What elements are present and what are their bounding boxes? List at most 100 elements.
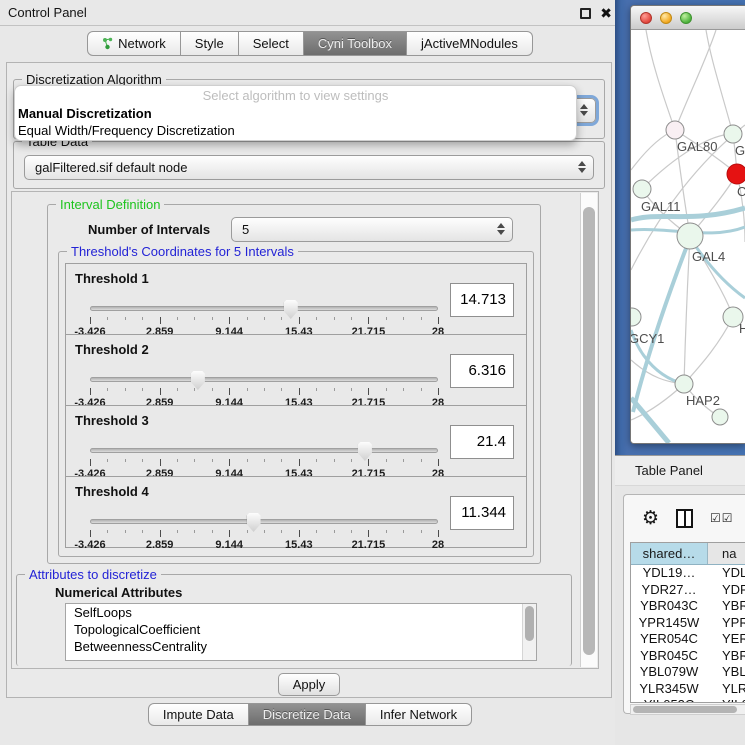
network-node[interactable]: [666, 121, 684, 139]
tab-network[interactable]: Network: [87, 31, 181, 56]
columns-icon[interactable]: [676, 509, 693, 528]
minor-tick: [403, 317, 404, 320]
network-node[interactable]: [712, 409, 728, 425]
cell-shared-name[interactable]: YBR045C: [631, 648, 708, 665]
numerical-attributes-label: Numerical Attributes: [55, 585, 182, 600]
table-row[interactable]: YDL19…YDL1: [631, 565, 745, 582]
checkbox-icons[interactable]: ☑☑: [710, 511, 734, 525]
gear-icon[interactable]: ⚙: [642, 509, 659, 528]
table-row[interactable]: YER054CYER0: [631, 631, 745, 648]
threshold-value-field[interactable]: 11.344: [450, 496, 514, 530]
cell-name[interactable]: YIL0: [708, 697, 745, 703]
network-node[interactable]: [677, 223, 703, 249]
zoom-traffic-light-icon[interactable]: [680, 12, 692, 24]
table-row[interactable]: YIL052CYIL0: [631, 697, 745, 703]
minor-tick: [177, 530, 178, 533]
network-canvas[interactable]: GAL80GACGAL11GAL4HGCY1HAP2: [631, 30, 745, 443]
tab-jactivemnodules[interactable]: jActiveMNodules: [407, 31, 533, 56]
close-icon[interactable]: ✖: [600, 4, 612, 22]
table-row[interactable]: YPR145WYPR1: [631, 615, 745, 632]
scrollbar-thumb[interactable]: [583, 207, 595, 655]
cell-name[interactable]: YLR3: [708, 681, 745, 698]
tab-style[interactable]: Style: [181, 31, 239, 56]
attribute-list-item[interactable]: BetweennessCentrality: [66, 638, 536, 655]
table-data-select[interactable]: galFiltered.sif default node: [24, 155, 594, 180]
network-edge[interactable]: [684, 317, 733, 384]
tick-label: 2.859: [146, 539, 174, 551]
tab-cyni-toolbox[interactable]: Cyni Toolbox: [304, 31, 407, 56]
network-node[interactable]: [675, 375, 693, 393]
cell-name[interactable]: YDR2: [708, 582, 745, 599]
network-node[interactable]: [633, 180, 651, 198]
minor-tick: [403, 530, 404, 533]
tab-discretize-data[interactable]: Discretize Data: [249, 703, 366, 726]
network-node[interactable]: [727, 164, 745, 184]
thresholds-group-title: Threshold's Coordinates for 5 Intervals: [67, 244, 298, 259]
threshold-slider[interactable]: -3.4262.8599.14415.4321.71528: [90, 442, 438, 476]
cell-name[interactable]: YER0: [708, 631, 745, 648]
numerical-attributes-list[interactable]: SelfLoopsTopologicalCoefficientBetweenne…: [65, 603, 537, 661]
table-hscrollbar[interactable]: [630, 704, 745, 715]
tab-infer-network[interactable]: Infer Network: [366, 703, 472, 726]
cell-name[interactable]: YBR0: [708, 648, 745, 665]
table-row[interactable]: YDR27…YDR2: [631, 582, 745, 599]
cell-name[interactable]: YBR0: [708, 598, 745, 615]
major-tick: [368, 459, 369, 466]
network-edge[interactable]: [675, 30, 716, 130]
network-node[interactable]: [631, 308, 641, 326]
list-scrollbar[interactable]: [522, 604, 536, 660]
major-tick: [229, 388, 230, 395]
attribute-list-item[interactable]: TopologicalCoefficient: [66, 621, 536, 638]
network-edge[interactable]: [631, 398, 669, 443]
threshold-value-field[interactable]: 6.316: [450, 354, 514, 388]
minor-tick: [264, 388, 265, 391]
cell-shared-name[interactable]: YPR145W: [631, 615, 708, 632]
settings-scrollbar[interactable]: [580, 193, 597, 667]
table-row[interactable]: YBL079WYBL0: [631, 664, 745, 681]
network-edge[interactable]: [646, 30, 675, 130]
cell-name[interactable]: YDL1: [708, 565, 745, 582]
float-window-icon[interactable]: [580, 8, 591, 19]
apply-button[interactable]: Apply: [278, 673, 340, 696]
cell-shared-name[interactable]: YDR27…: [631, 582, 708, 599]
network-node[interactable]: [724, 125, 742, 143]
table-row[interactable]: YBR045CYBR0: [631, 648, 745, 665]
minor-tick: [212, 388, 213, 391]
network-edge[interactable]: [684, 236, 690, 384]
cell-shared-name[interactable]: YER054C: [631, 631, 708, 648]
threshold-slider[interactable]: -3.4262.8599.14415.4321.71528: [90, 300, 438, 334]
threshold-value-field[interactable]: 21.4: [450, 425, 514, 459]
major-tick: [438, 459, 439, 466]
threshold-slider[interactable]: -3.4262.8599.14415.4321.71528: [90, 513, 438, 547]
thresholds-group: Threshold's Coordinates for 5 Intervals …: [58, 251, 534, 557]
close-traffic-light-icon[interactable]: [640, 12, 652, 24]
table-row[interactable]: YLR345WYLR3: [631, 681, 745, 698]
tick-label: 9.144: [215, 539, 243, 551]
threshold-value-field[interactable]: 14.713: [450, 283, 514, 317]
column-header-shared-name[interactable]: shared…: [631, 543, 708, 564]
minor-tick: [247, 388, 248, 391]
cell-name[interactable]: YBL0: [708, 664, 745, 681]
dropdown-option-equal-width[interactable]: Equal Width/Frequency Discretization: [15, 122, 576, 139]
tab-select[interactable]: Select: [239, 31, 304, 56]
attribute-list-item[interactable]: SelfLoops: [66, 604, 536, 621]
dropdown-option-manual[interactable]: Manual Discretization: [15, 105, 576, 122]
table-row[interactable]: YBR043CYBR0: [631, 598, 745, 615]
minimize-traffic-light-icon[interactable]: [660, 12, 672, 24]
threshold-slider[interactable]: -3.4262.8599.14415.4321.71528: [90, 371, 438, 405]
minor-tick: [386, 459, 387, 462]
node-table[interactable]: shared… na YDL19…YDL1YDR27…YDR2YBR043CYB…: [630, 542, 745, 703]
cell-shared-name[interactable]: YIL052C: [631, 697, 708, 703]
cell-shared-name[interactable]: YDL19…: [631, 565, 708, 582]
minor-tick: [142, 317, 143, 320]
cell-shared-name[interactable]: YBR043C: [631, 598, 708, 615]
tab-impute-data[interactable]: Impute Data: [148, 703, 249, 726]
num-intervals-select[interactable]: 5: [231, 217, 513, 242]
cell-shared-name[interactable]: YLR345W: [631, 681, 708, 698]
cell-name[interactable]: YPR1: [708, 615, 745, 632]
network-view-window[interactable]: GAL80GACGAL11GAL4HGCY1HAP2: [630, 5, 745, 444]
scrollbar-thumb[interactable]: [633, 706, 737, 713]
cell-shared-name[interactable]: YBL079W: [631, 664, 708, 681]
network-edge[interactable]: [690, 238, 745, 298]
column-header-name[interactable]: na: [708, 543, 745, 564]
